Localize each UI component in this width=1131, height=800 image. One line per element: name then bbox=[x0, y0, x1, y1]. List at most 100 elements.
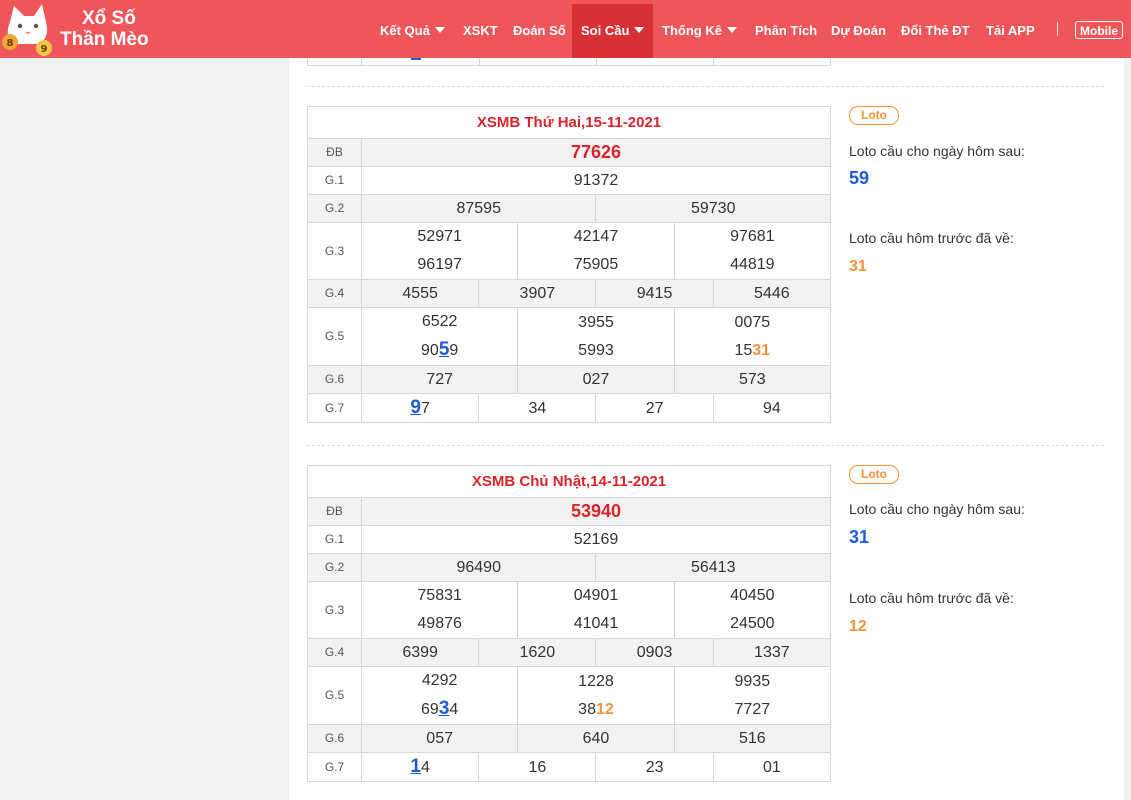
mobile-button[interactable]: Mobile bbox=[1075, 21, 1123, 39]
caret-down-icon bbox=[634, 27, 645, 33]
digits: 69 bbox=[421, 701, 439, 718]
next-day-label: Loto cầu cho ngày hôm sau: bbox=[849, 501, 1025, 517]
left-sidebar-area bbox=[0, 58, 289, 800]
result-title: XSMB Chủ Nhật,14-11-2021 bbox=[307, 465, 831, 498]
logo-line-2: Thần Mèo bbox=[60, 29, 149, 50]
digits: 90 bbox=[421, 342, 439, 359]
prize-number-highlight: 3812 bbox=[518, 696, 673, 724]
loto-highlight-blue[interactable]: 5 bbox=[439, 339, 450, 360]
prize-g4: 0903 bbox=[595, 638, 714, 667]
nav-thong-ke[interactable]: Thống Kê bbox=[662, 4, 737, 58]
digits: 38 bbox=[578, 700, 596, 718]
prev-day-label: Loto cầu hôm trước đã về: bbox=[849, 590, 1014, 606]
prev-day-value: 31 bbox=[849, 258, 867, 275]
prize-number: 1228 bbox=[578, 672, 614, 690]
prize-g7: 34 bbox=[478, 393, 597, 423]
nav-label: Dự Đoán bbox=[831, 23, 886, 38]
svg-text:9: 9 bbox=[41, 44, 48, 55]
prize-g6: 573 bbox=[673, 365, 832, 394]
prize-g5-col: 4292 6934 bbox=[360, 666, 519, 725]
prize-g6: 516 bbox=[673, 724, 832, 753]
prize-g4: 3907 bbox=[478, 279, 597, 308]
nav-xskt[interactable]: XSKT bbox=[463, 4, 498, 58]
prize-g2-1: 59730 bbox=[595, 194, 831, 223]
digits: 15 bbox=[734, 341, 753, 359]
prize-g3-col: 75831 49876 bbox=[360, 581, 519, 639]
nav-du-doan[interactable]: Dự Đoán bbox=[831, 4, 886, 58]
prize-label: G.5 bbox=[307, 307, 362, 366]
caret-down-icon bbox=[726, 27, 737, 33]
cell-border bbox=[361, 58, 362, 65]
result-title: XSMB Thứ Hai,15-11-2021 bbox=[307, 106, 831, 139]
prev-day-value: 12 bbox=[849, 618, 867, 635]
prize-number: 5993 bbox=[578, 341, 614, 359]
loto-highlight-blue[interactable]: 1 bbox=[410, 756, 421, 777]
digits: 4 bbox=[449, 701, 459, 718]
prize-label: G.2 bbox=[307, 553, 362, 582]
prize-number: 44819 bbox=[730, 256, 775, 273]
prize-number: 7727 bbox=[734, 700, 771, 718]
nav-phan-tich[interactable]: Phân Tích bbox=[755, 4, 817, 58]
loto-highlight-blue[interactable]: 3 bbox=[439, 698, 450, 719]
prize-g3-col: 40450 24500 bbox=[673, 581, 832, 639]
prize-number: 52971 bbox=[417, 228, 462, 245]
nav-doi-the-dt[interactable]: Đổi Thẻ ĐT bbox=[901, 4, 970, 58]
prize-number: 3955 bbox=[578, 313, 614, 331]
prize-number-highlight: 1531 bbox=[675, 337, 830, 365]
loto-badge: Loto bbox=[849, 106, 899, 125]
prize-g3-col: 52971 96197 bbox=[360, 222, 519, 280]
prize-g1: 91372 bbox=[361, 166, 831, 195]
next-day-value[interactable]: 59 bbox=[849, 168, 869, 189]
nav-label: Phân Tích bbox=[755, 23, 818, 38]
section-divider bbox=[307, 445, 1104, 446]
prize-label: G.1 bbox=[307, 525, 362, 554]
prize-g3-col: 04901 41041 bbox=[517, 581, 675, 639]
prev-day-label: Loto cầu hôm trước đã về: bbox=[849, 230, 1014, 246]
highlight-underline bbox=[411, 58, 421, 60]
prize-g2-0: 87595 bbox=[360, 194, 597, 223]
prize-number: 41041 bbox=[573, 615, 619, 632]
prize-label: G.7 bbox=[307, 752, 362, 782]
nav-label: Soi Cầu bbox=[581, 23, 630, 38]
loto-highlight-blue[interactable]: 9 bbox=[410, 397, 421, 418]
nav-doan-so[interactable]: Đoán Số bbox=[513, 4, 566, 58]
prize-number: 75905 bbox=[573, 256, 619, 273]
prize-label: G.3 bbox=[307, 222, 362, 280]
special-prize: 53940 bbox=[361, 497, 831, 526]
prize-g7: 23 bbox=[595, 752, 714, 782]
loto-badge: Loto bbox=[849, 465, 899, 484]
caret-down-icon bbox=[434, 27, 445, 33]
prize-g4: 4555 bbox=[360, 279, 480, 308]
cat-logo-icon[interactable]: 8 9 bbox=[0, 2, 56, 58]
result-table-15-11-2021: XSMB Thứ Hai,15-11-2021 ĐB 77626 G.1 913… bbox=[307, 106, 832, 423]
nav-ket-qua[interactable]: Kết Quả bbox=[380, 4, 445, 58]
nav-soi-cau[interactable]: Soi Cầu bbox=[572, 4, 653, 58]
digits: 9 bbox=[449, 342, 459, 359]
next-day-label: Loto cầu cho ngày hôm sau: bbox=[849, 143, 1025, 159]
top-navbar: 8 9 Xổ Số Thần Mèo Kết Quả XSKT Đoán Số … bbox=[0, 0, 1131, 58]
prize-number: 9935 bbox=[734, 672, 771, 690]
right-scroll-area bbox=[1124, 58, 1131, 800]
prize-label: G.6 bbox=[307, 724, 362, 753]
prize-label: G.1 bbox=[307, 166, 362, 195]
logo-line-1: Xổ Số bbox=[82, 8, 136, 29]
prize-g7: 14 bbox=[360, 752, 480, 782]
prize-g6: 727 bbox=[360, 365, 519, 394]
nav-label: Đoán Số bbox=[513, 23, 566, 38]
prize-g7: 94 bbox=[712, 393, 832, 423]
prize-g4: 1620 bbox=[478, 638, 597, 667]
prize-g6: 057 bbox=[360, 724, 519, 753]
next-day-value[interactable]: 31 bbox=[849, 527, 869, 548]
nav-tai-app[interactable]: Tải APP bbox=[986, 4, 1035, 58]
prize-label: ĐB bbox=[307, 497, 362, 526]
prize-number: 97681 bbox=[730, 228, 775, 245]
nav-label: Kết Quả bbox=[380, 23, 430, 38]
site-logo-text[interactable]: Xổ Số Thần Mèo bbox=[60, 8, 149, 50]
svg-text:8: 8 bbox=[7, 38, 14, 49]
prize-g4: 1337 bbox=[712, 638, 832, 667]
prize-number: 42147 bbox=[573, 228, 619, 245]
special-prize: 77626 bbox=[361, 138, 831, 167]
prize-number: 04901 bbox=[573, 587, 619, 604]
digits: 4 bbox=[420, 759, 430, 776]
cell-border bbox=[596, 58, 597, 65]
